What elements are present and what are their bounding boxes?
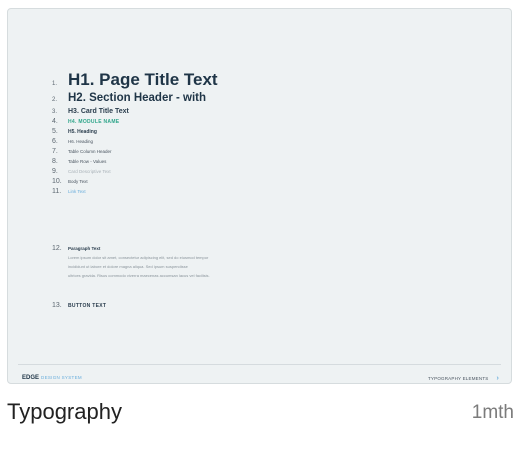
table-values-sample: Table Row - Values: [68, 159, 107, 164]
section-footer: TYPOGRAPHY ELEMENTS ›: [428, 375, 499, 382]
file-card[interactable]: 1. H1. Page Title Text 2. H2. Section He…: [0, 0, 524, 474]
paragraph-line: incididunt ut labore et dolore magna ali…: [68, 264, 188, 269]
button-text-sample: BUTTON TEXT: [68, 303, 107, 309]
row-number: 1.: [52, 81, 58, 87]
footer-divider: [18, 364, 501, 365]
button-text-row: 13. BUTTON TEXT: [52, 301, 106, 311]
paragraph-title-row: 12. Paragraph Text: [52, 245, 382, 253]
file-thumbnail[interactable]: 1. H1. Page Title Text 2. H2. Section He…: [7, 8, 512, 384]
row-number: 6.: [52, 138, 58, 145]
type-row-card-desc: 9. Card Descriptive Text: [52, 167, 382, 177]
type-row-body: 10. Body Text: [52, 177, 382, 187]
chevron-right-icon: ›: [496, 375, 499, 382]
section-name: TYPOGRAPHY ELEMENTS: [427, 376, 489, 381]
type-row-link: 11. Link Text: [52, 187, 382, 197]
h6-sample: H6. Heading: [68, 139, 94, 144]
row-number: 5.: [52, 128, 58, 135]
last-edited-time: 1mth: [471, 402, 514, 423]
file-title[interactable]: Typography: [7, 398, 122, 426]
h3-sample: H3. Card Title Text: [68, 108, 129, 115]
table-header-sample: Table Column Header: [68, 149, 112, 154]
row-number: 4.: [52, 118, 58, 125]
link-text-sample: Link Text: [68, 189, 86, 194]
h5-sample: H5. Heading: [68, 129, 97, 135]
typography-list: 1. H1. Page Title Text 2. H2. Section He…: [52, 69, 382, 197]
brand-logo: EDGE DESIGN SYSTEM: [22, 375, 82, 381]
type-row-table-header: 7. Table Column Header: [52, 147, 382, 157]
h2-sample: H2. Section Header - with: [68, 92, 207, 104]
type-row-h2: 2. H2. Section Header - with: [52, 91, 382, 106]
row-number: 3.: [52, 109, 58, 115]
h1-sample: H1. Page Title Text: [68, 70, 218, 89]
row-number: 13.: [52, 302, 62, 309]
type-row-h3: 3. H3. Card Title Text: [52, 106, 382, 117]
type-row-table-values: 8. Table Row - Values: [52, 157, 382, 167]
row-number: 9.: [52, 168, 58, 175]
row-number: 8.: [52, 158, 58, 165]
row-number: 10.: [52, 178, 62, 185]
brand-subtitle: DESIGN SYSTEM: [41, 375, 82, 380]
paragraph-title: Paragraph Text: [68, 246, 101, 251]
row-number: 2.: [52, 97, 58, 103]
type-row-h1: 1. H1. Page Title Text: [52, 69, 382, 91]
body-text-sample: Body Text: [68, 179, 88, 184]
type-row-h5: 5. H5. Heading: [52, 127, 382, 137]
paragraph-line: ultrices gravida. Risus commodo viverra …: [68, 273, 210, 278]
type-row-h6: 6. H6. Heading: [52, 137, 382, 147]
row-number: 11.: [52, 188, 62, 195]
brand-name: EDGE: [22, 375, 40, 381]
paragraph-sample: 12. Paragraph Text Lorem ipsum dolor sit…: [52, 245, 382, 280]
row-number: 7.: [52, 148, 58, 155]
card-description-sample: Card Descriptive Text: [68, 169, 111, 174]
h4-sample: H4. MODULE NAME: [68, 119, 120, 125]
paragraph-line: Lorem ipsum dolor sit amet, consectetur …: [68, 255, 209, 260]
type-row-h4: 4. H4. MODULE NAME: [52, 117, 382, 127]
row-number: 12.: [52, 245, 62, 252]
